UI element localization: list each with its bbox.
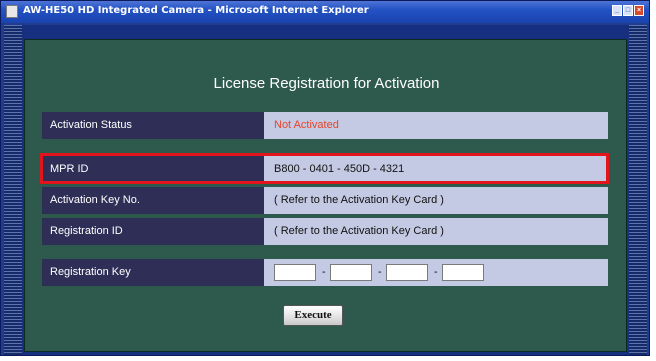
maximize-button[interactable]: □ <box>623 5 633 16</box>
left-stripe <box>4 25 22 355</box>
activation-status-label: Activation Status <box>42 112 264 139</box>
title-bar[interactable]: AW-HE50 HD Integrated Camera - Microsoft… <box>1 1 649 23</box>
key-separator: - <box>322 266 326 278</box>
execute-button[interactable]: Execute <box>283 305 343 326</box>
key-separator: - <box>434 266 438 278</box>
browser-window: AW-HE50 HD Integrated Camera - Microsoft… <box>0 0 650 356</box>
registration-id-value: ( Refer to the Activation Key Card ) <box>264 218 608 245</box>
right-stripe <box>629 25 647 355</box>
registration-key-input-3[interactable] <box>386 264 428 281</box>
registration-key-label: Registration Key <box>42 259 264 286</box>
registration-id-label: Registration ID <box>42 218 264 245</box>
registration-id-row: Registration ID ( Refer to the Activatio… <box>42 218 608 245</box>
activation-status-value: Not Activated <box>264 112 608 139</box>
window-title: AW-HE50 HD Integrated Camera - Microsoft… <box>23 5 369 16</box>
activation-key-value: ( Refer to the Activation Key Card ) <box>264 187 608 214</box>
key-separator: - <box>378 266 382 278</box>
registration-key-input-1[interactable] <box>274 264 316 281</box>
registration-key-row: Registration Key - - - <box>42 259 608 286</box>
registration-key-fields: - - - <box>264 259 608 286</box>
registration-key-input-4[interactable] <box>442 264 484 281</box>
license-panel: License Registration for Activation Acti… <box>24 39 627 352</box>
activation-status-row: Activation Status Not Activated <box>42 112 608 139</box>
activation-key-row: Activation Key No. ( Refer to the Activa… <box>42 187 608 214</box>
activation-key-label: Activation Key No. <box>42 187 264 214</box>
mpr-id-highlight <box>40 153 609 184</box>
page-frame: License Registration for Activation Acti… <box>4 25 647 355</box>
close-button[interactable]: × <box>634 5 644 16</box>
page-title: License Registration for Activation <box>213 75 440 92</box>
registration-key-input-2[interactable] <box>330 264 372 281</box>
browser-icon <box>6 5 18 18</box>
minimize-button[interactable]: _ <box>612 5 622 16</box>
